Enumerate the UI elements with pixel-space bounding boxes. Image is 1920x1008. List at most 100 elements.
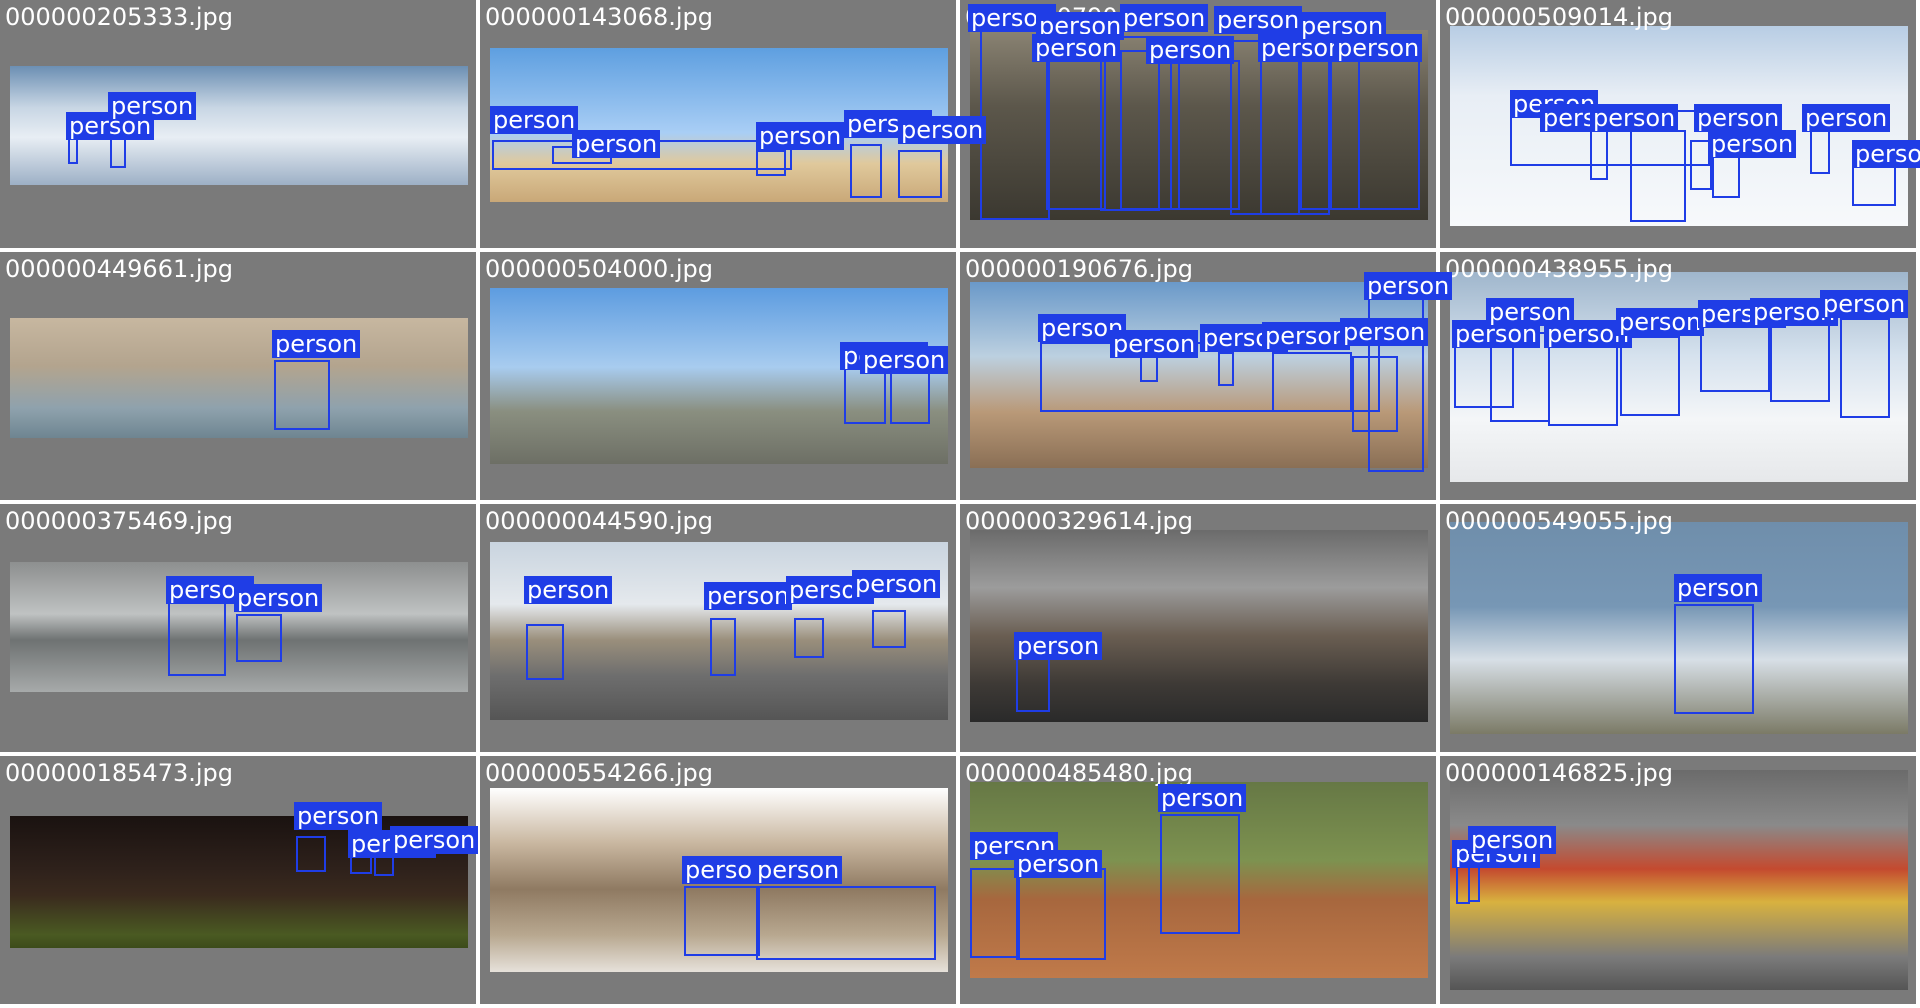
detection-box <box>850 144 882 198</box>
detection-box <box>872 610 906 648</box>
tile-filename: 000000509014.jpg <box>1445 3 1673 31</box>
detection-label: person <box>1014 850 1103 878</box>
detection-label: person <box>1364 272 1453 300</box>
detection-label: person <box>1334 34 1423 62</box>
detection-box <box>898 150 942 198</box>
detection-label: person <box>756 122 845 150</box>
tile-14: 000000554266.jpg person person <box>480 756 956 1004</box>
detection-box <box>526 624 564 680</box>
detection-label: person <box>1014 632 1103 660</box>
tile-5: 000000449661.jpg person <box>0 252 476 500</box>
detection-label: person <box>1802 104 1891 132</box>
detection-label: person <box>704 582 793 610</box>
tile-1: 000000205333.jpg person person <box>0 0 476 248</box>
detection-box <box>1630 130 1686 222</box>
detection-box <box>296 836 326 872</box>
tile-filename: 000000205333.jpg <box>5 3 233 31</box>
tile-9: 000000375469.jpg person person <box>0 504 476 752</box>
detection-box <box>1620 336 1680 416</box>
tile-filename: 000000146825.jpg <box>1445 759 1673 787</box>
detection-label: person <box>1820 290 1909 318</box>
tile-filename: 000000504000.jpg <box>485 255 713 283</box>
detection-box <box>684 886 760 956</box>
detection-label: person <box>860 346 949 374</box>
detection-label: person <box>1468 826 1557 854</box>
detection-label: person <box>898 116 987 144</box>
detection-label: person <box>390 826 479 854</box>
detection-label: person <box>1694 104 1783 132</box>
detection-label: person <box>1110 330 1199 358</box>
detection-label: person <box>852 570 941 598</box>
detection-box <box>1700 322 1770 392</box>
detection-label: person <box>1852 140 1920 168</box>
detection-box <box>1046 60 1106 210</box>
tile-7: 000000190676.jpg person person person pe… <box>960 252 1453 500</box>
detection-box <box>970 868 1020 958</box>
tile-filename: 000000190676.jpg <box>965 255 1193 283</box>
detection-label: person <box>1262 322 1351 350</box>
detection-label: person <box>1590 104 1679 132</box>
tile-2: 000000143068.jpg person person person pe… <box>480 0 987 248</box>
detection-box <box>1840 318 1890 418</box>
detection-label: person <box>1120 4 1209 32</box>
detection-label: person <box>1146 36 1235 64</box>
tile-3: 000000079046.jpg person person person pe… <box>960 0 1436 248</box>
detection-box <box>274 360 330 430</box>
tile-filename: 000000044590.jpg <box>485 507 713 535</box>
tile-filename: 000000329614.jpg <box>965 507 1193 535</box>
detection-box <box>1548 336 1618 426</box>
tile-filename: 000000554266.jpg <box>485 759 713 787</box>
detection-grid: 000000205333.jpg person person 000000143… <box>0 0 1920 1008</box>
detection-box <box>236 614 282 662</box>
tile-15: 000000485480.jpg person person person <box>960 756 1436 1004</box>
detection-box <box>1160 814 1240 934</box>
detection-box <box>168 596 226 676</box>
detection-label: person <box>108 92 197 120</box>
detection-label: person <box>234 584 323 612</box>
detection-box <box>1674 604 1754 714</box>
tile-13: 000000185473.jpg person person person <box>0 756 479 1004</box>
detection-label: person <box>572 130 661 158</box>
detection-label: person <box>1158 784 1247 812</box>
tile-filename: 000000549055.jpg <box>1445 507 1673 535</box>
detection-box <box>756 886 936 960</box>
tile-16: 000000146825.jpg person person <box>1440 756 1916 1004</box>
detection-label: person <box>524 576 613 604</box>
detection-box <box>710 618 736 676</box>
tile-10: 000000044590.jpg person person person pe… <box>480 504 956 752</box>
detection-box <box>794 618 824 658</box>
tile-filename: 000000185473.jpg <box>5 759 233 787</box>
detection-label: person <box>1340 318 1429 346</box>
detection-label: person <box>490 106 579 134</box>
detection-box <box>1590 130 1608 180</box>
tile-6: 000000504000.jpg person person <box>480 252 956 500</box>
detection-label: person <box>1616 308 1705 336</box>
tile-4: 000000509014.jpg person person person pe… <box>1440 0 1920 248</box>
tile-filename: 000000449661.jpg <box>5 255 233 283</box>
detection-box <box>1810 130 1830 174</box>
detection-label: person <box>1032 34 1121 62</box>
tile-filename: 000000375469.jpg <box>5 507 233 535</box>
detection-box <box>1218 352 1234 386</box>
detection-box <box>1016 868 1106 960</box>
tile-8: 000000438955.jpg person person person pe… <box>1440 252 1916 500</box>
detection-label: person <box>1214 6 1303 34</box>
detection-box <box>756 150 786 176</box>
detection-label: person <box>294 802 383 830</box>
tile-filename: 000000438955.jpg <box>1445 255 1673 283</box>
detection-box <box>1272 352 1352 412</box>
detection-box <box>1770 322 1830 402</box>
photo-train-station <box>1450 770 1908 990</box>
detection-label: person <box>754 856 843 884</box>
detection-label: person <box>1708 130 1797 158</box>
photo-hospital-room <box>10 318 468 438</box>
detection-box <box>1016 656 1050 712</box>
tile-filename: 000000485480.jpg <box>965 759 1193 787</box>
detection-label: person <box>1674 574 1763 602</box>
detection-label: person <box>272 330 361 358</box>
tile-11: 000000329614.jpg person <box>960 504 1436 752</box>
detection-box <box>1330 60 1420 210</box>
detection-box <box>890 368 930 424</box>
tile-12: 000000549055.jpg person <box>1440 504 1916 752</box>
tile-filename: 000000143068.jpg <box>485 3 713 31</box>
